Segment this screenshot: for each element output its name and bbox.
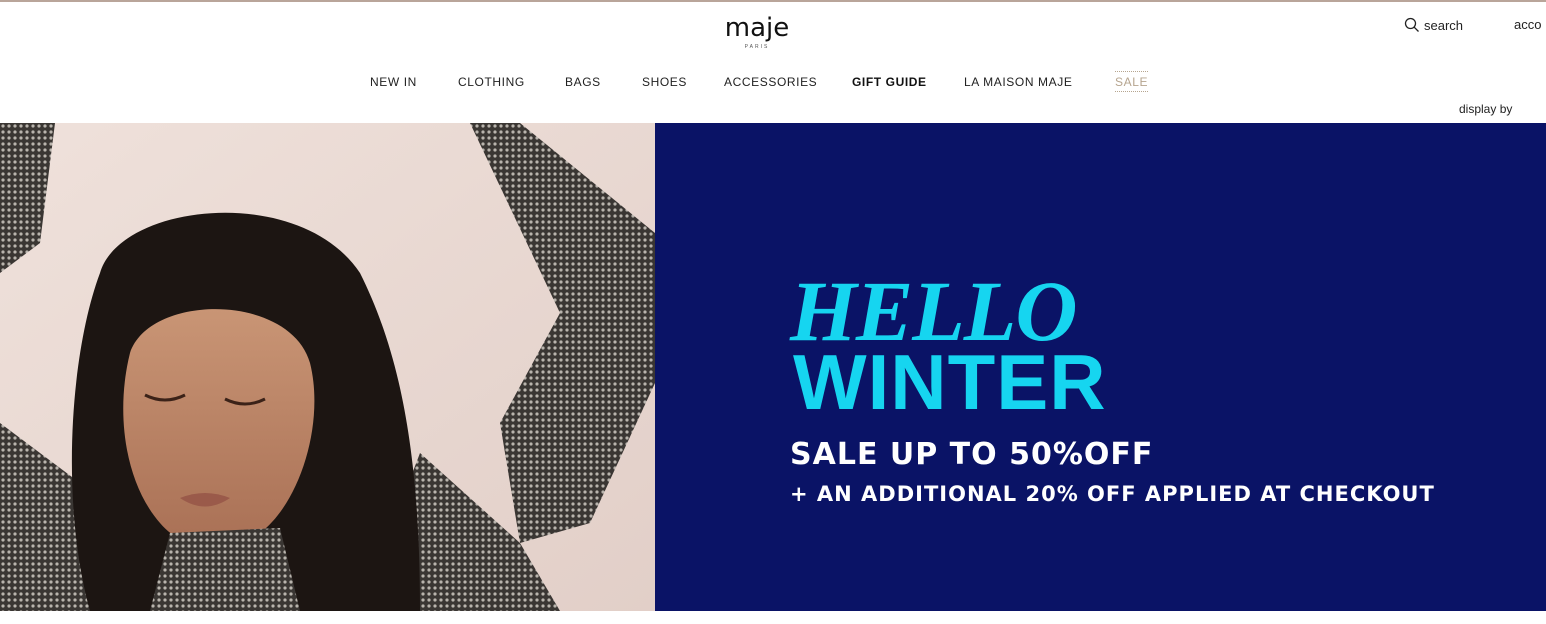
hero-model-photo [0,123,655,611]
hero-offer: SALE UP TO 50%OFF [790,437,1154,472]
brand-name: maje [724,13,790,43]
search-label: search [1424,17,1464,33]
search-button[interactable]: search [1404,17,1463,33]
hero-promo-panel: HELLO WINTER SALE UP TO 50%OFF + AN ADDI… [655,123,1546,611]
brand-tagline: PARIS [744,44,770,50]
hero-headline-winter: WINTER [793,338,1107,426]
nav-item-bags[interactable]: BAGS [565,75,601,89]
nav-item-new-in[interactable]: NEW IN [370,75,417,89]
display-by-toggle[interactable]: display by [1459,102,1512,116]
nav-item-la-maison-maje[interactable]: LA MAISON MAJE [964,75,1072,89]
nav-item-shoes[interactable]: SHOES [642,75,687,89]
model-illustration [0,123,655,611]
nav-item-clothing[interactable]: CLOTHING [458,75,525,89]
hero-additional-offer: + AN ADDITIONAL 20% OFF APPLIED AT CHECK… [790,482,1435,506]
nav-item-gift-guide[interactable]: GIFT GUIDE [852,75,927,89]
search-icon [1404,17,1419,32]
brand-logo[interactable]: maje PARIS [712,14,802,50]
top-rule [0,0,1546,2]
nav-item-sale[interactable]: SALE [1115,71,1149,92]
main-nav: NEW IN CLOTHING BAGS SHOES ACCESSORIES G… [0,71,1546,95]
hero-banner[interactable]: HELLO WINTER SALE UP TO 50%OFF + AN ADDI… [0,123,1546,611]
nav-item-accessories[interactable]: ACCESSORIES [724,75,817,89]
account-link[interactable]: acco [1514,17,1541,32]
